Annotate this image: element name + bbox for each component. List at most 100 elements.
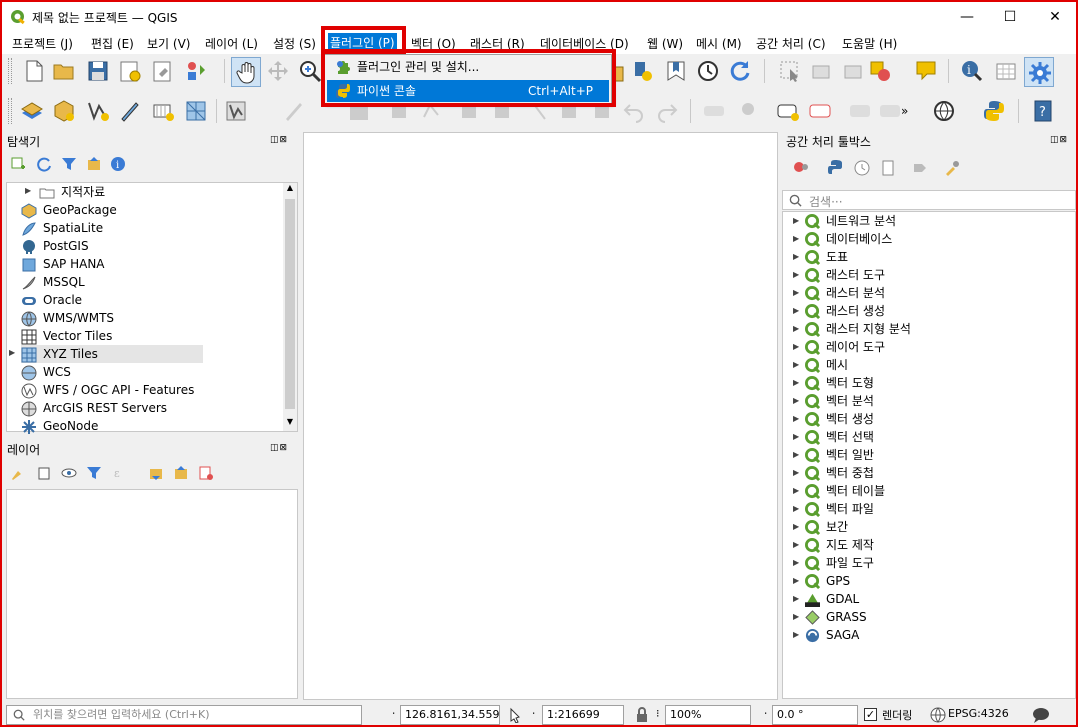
edit-pencil-icon[interactable] <box>282 99 306 123</box>
processing-provider-item[interactable]: ▶ 데이터베이스 <box>793 230 892 248</box>
browser-item[interactable]: PostGIS <box>21 237 89 255</box>
expand-arrow-icon[interactable]: ▶ <box>793 500 799 518</box>
expand-arrow-icon[interactable]: ▶ <box>793 554 799 572</box>
map-canvas[interactable] <box>303 132 778 700</box>
expand-arrow-icon[interactable]: ▶ <box>793 572 799 590</box>
wrench-options-icon[interactable] <box>944 160 960 176</box>
expand-arrow-icon[interactable]: ▶ <box>793 248 799 266</box>
processing-provider-item[interactable]: ▶ 파일 도구 <box>793 554 874 572</box>
panel-float-close-icons[interactable]: ◫⊠ <box>270 443 288 453</box>
style-manager-icon[interactable] <box>184 59 208 83</box>
minimize-button[interactable]: — <box>944 2 990 32</box>
pin-labels-icon[interactable] <box>736 99 760 123</box>
pan-to-selection-icon[interactable] <box>266 59 290 83</box>
expand-arrow-icon[interactable]: ▶ <box>793 266 799 284</box>
close-button[interactable]: ✕ <box>1032 2 1076 32</box>
expand-arrow-icon[interactable]: ▶ <box>793 626 799 644</box>
bookmark-icon[interactable] <box>664 59 688 83</box>
browser-tree[interactable]: ▶ 지적자료 GeoPackage SpatiaLite PostGIS SAP… <box>6 182 298 434</box>
browser-scrollbar[interactable]: ▲ ▼ <box>283 183 297 431</box>
style-brush-icon[interactable] <box>10 465 26 481</box>
new-shapefile-icon[interactable] <box>86 99 110 123</box>
processing-provider-item[interactable]: ▶ 래스터 생성 <box>793 302 885 320</box>
scroll-down-icon[interactable]: ▼ <box>283 417 297 431</box>
zoom-in-icon[interactable] <box>298 59 322 83</box>
expand-arrow-icon[interactable]: ▶ <box>793 428 799 446</box>
attribute-table-icon[interactable] <box>994 59 1018 83</box>
expand-arrow-icon[interactable]: ▶ <box>25 186 31 195</box>
expression-filter-icon[interactable]: ε <box>112 465 128 481</box>
browser-item[interactable]: SAP HANA <box>21 255 105 273</box>
browser-item[interactable]: WCS <box>21 363 71 381</box>
expand-arrow-icon[interactable]: ▶ <box>793 284 799 302</box>
redo-icon[interactable] <box>655 99 679 123</box>
virtual-layer-icon[interactable] <box>151 99 175 123</box>
edit-features-in-place-icon[interactable] <box>912 160 928 176</box>
browser-item[interactable]: SpatiaLite <box>21 219 103 237</box>
add-group-icon[interactable] <box>36 465 52 481</box>
toolbar-grip[interactable] <box>8 58 12 84</box>
python-console-icon[interactable] <box>982 99 1006 123</box>
scale-combobox[interactable]: 1:216699 <box>542 705 624 725</box>
deselect-icon[interactable] <box>842 59 866 83</box>
panel-float-close-icons[interactable]: ◫⊠ <box>270 135 288 145</box>
identify-icon[interactable]: i <box>960 59 984 83</box>
pan-tool-active[interactable] <box>231 57 261 87</box>
processing-tree[interactable]: ▶ 네트워크 분석 ▶ 데이터베이스 ▶ 도표 ▶ 래스터 도구 ▶ 래스터 분석 ▶ 래스터 생성 ▶… <box>782 211 1076 699</box>
remove-layer-icon[interactable] <box>198 465 214 481</box>
processing-toolbox-toggle[interactable] <box>1024 57 1054 87</box>
panel-float-close-icons[interactable]: ◫⊠ <box>1050 135 1068 145</box>
annotation-icon[interactable] <box>914 59 938 83</box>
expand-arrow-icon[interactable]: ▶ <box>793 536 799 554</box>
expand-arrow-icon[interactable]: ▶ <box>793 230 799 248</box>
results-viewer-icon[interactable] <box>880 160 896 176</box>
expand-arrow-icon[interactable]: ▶ <box>793 464 799 482</box>
refresh-browser-icon[interactable] <box>36 156 52 172</box>
menu-help[interactable]: 도움말 (H) <box>842 35 897 52</box>
lock-icon[interactable] <box>635 707 649 723</box>
processing-provider-item[interactable]: ▶ 메시 <box>793 356 848 374</box>
undo-icon[interactable] <box>622 99 646 123</box>
processing-provider-item[interactable]: ▶ 지도 제작 <box>793 536 874 554</box>
processing-provider-item[interactable]: ▶ SAGA <box>793 626 859 644</box>
expand-arrow-icon[interactable]: ▶ <box>793 392 799 410</box>
menu-view[interactable]: 보기 (V) <box>147 35 190 52</box>
processing-provider-item[interactable]: ▶ 벡터 파일 <box>793 500 874 518</box>
new-geopackage-icon[interactable] <box>52 99 76 123</box>
browser-item[interactable]: Oracle <box>21 291 82 309</box>
expand-arrow-icon[interactable]: ▶ <box>9 348 15 357</box>
collapse-all-icon[interactable] <box>86 156 102 172</box>
menu-mesh[interactable]: 메시 (M) <box>696 35 742 52</box>
expand-arrow-icon[interactable]: ▶ <box>793 374 799 392</box>
expand-arrow-icon[interactable]: ▶ <box>793 608 799 626</box>
move-label-icon[interactable] <box>878 99 902 123</box>
menu-web[interactable]: 웹 (W) <box>647 35 683 52</box>
expand-arrow-icon[interactable]: ▶ <box>793 590 799 608</box>
browser-item[interactable]: XYZ Tiles <box>21 345 98 363</box>
processing-provider-item[interactable]: ▶ 레이어 도구 <box>793 338 885 356</box>
label-tool-icon[interactable] <box>702 99 726 123</box>
open-project-icon[interactable] <box>52 59 76 83</box>
new-print-layout-icon[interactable] <box>118 59 142 83</box>
new-project-icon[interactable] <box>22 59 46 83</box>
layout-manager-icon[interactable] <box>151 59 175 83</box>
menu-processing[interactable]: 공간 처리 (C) <box>756 35 826 52</box>
expand-arrow-icon[interactable]: ▶ <box>793 212 799 230</box>
processing-provider-item[interactable]: ▶ 네트워크 분석 <box>793 212 896 230</box>
crs-label[interactable]: EPSG:4326 <box>948 707 1009 720</box>
magnifier-spinbox[interactable]: 100% <box>665 705 751 725</box>
toggle-editing-icon[interactable] <box>224 99 248 123</box>
browser-item[interactable]: Vector Tiles <box>21 327 112 345</box>
label-style-icon[interactable] <box>808 99 832 123</box>
expand-arrow-icon[interactable]: ▶ <box>793 518 799 536</box>
scroll-up-icon[interactable]: ▲ <box>283 183 297 197</box>
data-source-manager-icon[interactable] <box>20 99 44 123</box>
expand-arrow-icon[interactable]: ▶ <box>793 302 799 320</box>
expand-arrow-icon[interactable]: ▶ <box>793 410 799 428</box>
maximize-button[interactable]: ☐ <box>987 2 1033 32</box>
processing-provider-item[interactable]: ▶ 벡터 일반 <box>793 446 874 464</box>
select-features-icon[interactable] <box>778 59 802 83</box>
filter-legend-icon[interactable] <box>86 465 102 481</box>
processing-provider-item[interactable]: ▶ 래스터 지형 분석 <box>793 320 911 338</box>
menu-settings[interactable]: 설정 (S) <box>273 35 316 52</box>
